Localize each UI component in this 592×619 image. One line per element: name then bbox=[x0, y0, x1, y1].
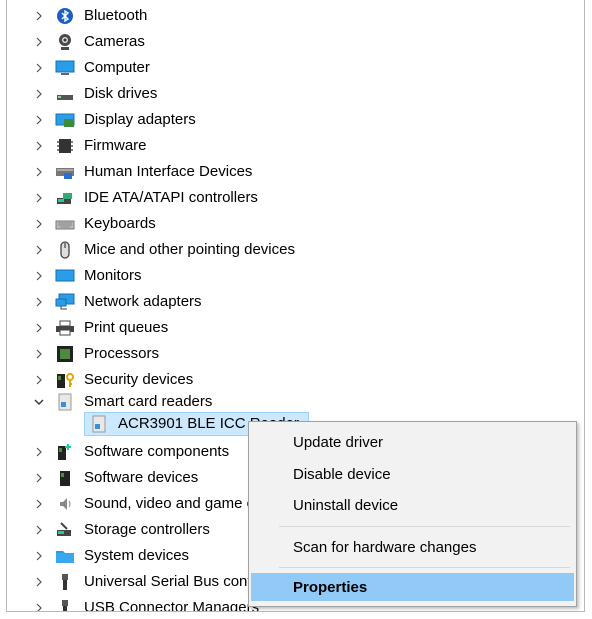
chevron-right-icon[interactable] bbox=[31, 368, 47, 392]
menu-item-scan-hardware-changes[interactable]: Scan for hardware changes bbox=[251, 533, 574, 561]
chevron-right-icon[interactable] bbox=[31, 518, 47, 542]
context-menu: Update driver Disable device Uninstall d… bbox=[248, 421, 577, 607]
chevron-right-icon[interactable] bbox=[31, 290, 47, 314]
processor-icon bbox=[55, 344, 75, 364]
tree-item-print-queues[interactable]: Print queues bbox=[7, 316, 584, 340]
chevron-right-icon[interactable] bbox=[31, 466, 47, 490]
usb-icon bbox=[55, 598, 75, 611]
chevron-right-icon[interactable] bbox=[31, 342, 47, 366]
tree-item-mice[interactable]: Mice and other pointing devices bbox=[7, 238, 584, 262]
menu-separator bbox=[279, 526, 570, 527]
tree-item-label: Firmware bbox=[84, 137, 147, 154]
display-adapter-icon bbox=[55, 110, 75, 130]
chevron-right-icon[interactable] bbox=[31, 264, 47, 288]
tree-item-network-adapters[interactable]: Network adapters bbox=[7, 290, 584, 314]
chevron-right-icon[interactable] bbox=[31, 160, 47, 184]
smart-card-reader-icon bbox=[55, 392, 75, 412]
chevron-right-icon[interactable] bbox=[31, 492, 47, 516]
tree-item-label: Mice and other pointing devices bbox=[84, 241, 295, 258]
tree-item-label: Computer bbox=[84, 59, 150, 76]
chevron-right-icon[interactable] bbox=[31, 134, 47, 158]
chevron-right-icon[interactable] bbox=[31, 82, 47, 106]
software-device-icon bbox=[55, 468, 75, 488]
chevron-right-icon[interactable] bbox=[31, 108, 47, 132]
chevron-right-icon[interactable] bbox=[31, 440, 47, 464]
tree-item-ide-ata-atapi-controllers[interactable]: IDE ATA/ATAPI controllers bbox=[7, 186, 584, 210]
computer-icon bbox=[55, 58, 75, 78]
chevron-right-icon[interactable] bbox=[31, 56, 47, 80]
tree-item-label: Disk drives bbox=[84, 85, 158, 102]
chevron-right-icon[interactable] bbox=[31, 238, 47, 262]
tree-item-smart-card-readers[interactable]: Smart card readers bbox=[7, 390, 584, 414]
chevron-right-icon[interactable] bbox=[31, 212, 47, 236]
tree-item-processors[interactable]: Processors bbox=[7, 342, 584, 366]
ide-controller-icon bbox=[55, 188, 75, 208]
chevron-right-icon[interactable] bbox=[31, 570, 47, 594]
firmware-icon bbox=[55, 136, 75, 156]
tree-item-label: Keyboards bbox=[84, 215, 156, 232]
menu-item-update-driver[interactable]: Update driver bbox=[251, 428, 574, 456]
tree-item-label: Bluetooth bbox=[84, 7, 148, 24]
tree-item-keyboards[interactable]: Keyboards bbox=[7, 212, 584, 236]
smart-card-reader-icon bbox=[89, 414, 109, 434]
tree-item-label: Human Interface Devices bbox=[84, 163, 253, 180]
tree-item-label: Software devices bbox=[84, 469, 199, 486]
disk-drive-icon bbox=[55, 84, 75, 104]
menu-separator bbox=[279, 567, 570, 568]
tree-item-monitors[interactable]: Monitors bbox=[7, 264, 584, 288]
tree-item-label: Monitors bbox=[84, 267, 142, 284]
speaker-icon bbox=[55, 494, 75, 514]
tree-item-label: Display adapters bbox=[84, 111, 196, 128]
printer-icon bbox=[55, 318, 75, 338]
tree-item-label: Network adapters bbox=[84, 293, 202, 310]
tree-item-label: USB Connector Managers bbox=[84, 599, 260, 612]
chevron-right-icon[interactable] bbox=[31, 544, 47, 568]
chevron-right-icon[interactable] bbox=[31, 30, 47, 54]
storage-controller-icon bbox=[55, 520, 75, 540]
tree-item-firmware[interactable]: Firmware bbox=[7, 134, 584, 158]
tree-item-label: IDE ATA/ATAPI controllers bbox=[84, 189, 258, 206]
tree-item-display-adapters[interactable]: Display adapters bbox=[7, 108, 584, 132]
tree-item-computer[interactable]: Computer bbox=[7, 56, 584, 80]
security-device-icon bbox=[55, 370, 75, 390]
chevron-right-icon[interactable] bbox=[31, 4, 47, 28]
bluetooth-icon bbox=[55, 6, 75, 26]
mouse-icon bbox=[55, 240, 75, 260]
chevron-right-icon[interactable] bbox=[31, 316, 47, 340]
tree-item-label: Storage controllers bbox=[84, 521, 210, 538]
keyboard-icon bbox=[55, 214, 75, 234]
camera-icon bbox=[55, 32, 75, 52]
menu-item-properties[interactable]: Properties bbox=[251, 573, 574, 601]
tree-item-label: System devices bbox=[84, 547, 190, 564]
chevron-right-icon[interactable] bbox=[31, 186, 47, 210]
tree-item-label: Cameras bbox=[84, 33, 145, 50]
tree-item-human-interface-devices[interactable]: Human Interface Devices bbox=[7, 160, 584, 184]
tree-item-label: Software components bbox=[84, 443, 230, 460]
software-component-icon bbox=[55, 442, 75, 462]
system-devices-icon bbox=[55, 546, 75, 566]
menu-item-disable-device[interactable]: Disable device bbox=[251, 460, 574, 488]
monitor-icon bbox=[55, 266, 75, 286]
tree-item-disk-drives[interactable]: Disk drives bbox=[7, 82, 584, 106]
chevron-right-icon[interactable] bbox=[31, 596, 47, 611]
usb-icon bbox=[55, 572, 75, 592]
network-adapter-icon bbox=[55, 292, 75, 312]
tree-item-label: Print queues bbox=[84, 319, 169, 336]
chevron-down-icon[interactable] bbox=[31, 390, 47, 414]
tree-item-bluetooth[interactable]: Bluetooth bbox=[7, 4, 584, 28]
tree-item-label: Processors bbox=[84, 345, 160, 362]
tree-item-label: Security devices bbox=[84, 371, 194, 388]
tree-item-cameras[interactable]: Cameras bbox=[7, 30, 584, 54]
hid-icon bbox=[55, 162, 75, 182]
tree-item-security-devices[interactable]: Security devices bbox=[7, 368, 584, 392]
menu-item-uninstall-device[interactable]: Uninstall device bbox=[251, 491, 574, 519]
tree-item-label: Smart card readers bbox=[84, 393, 213, 410]
